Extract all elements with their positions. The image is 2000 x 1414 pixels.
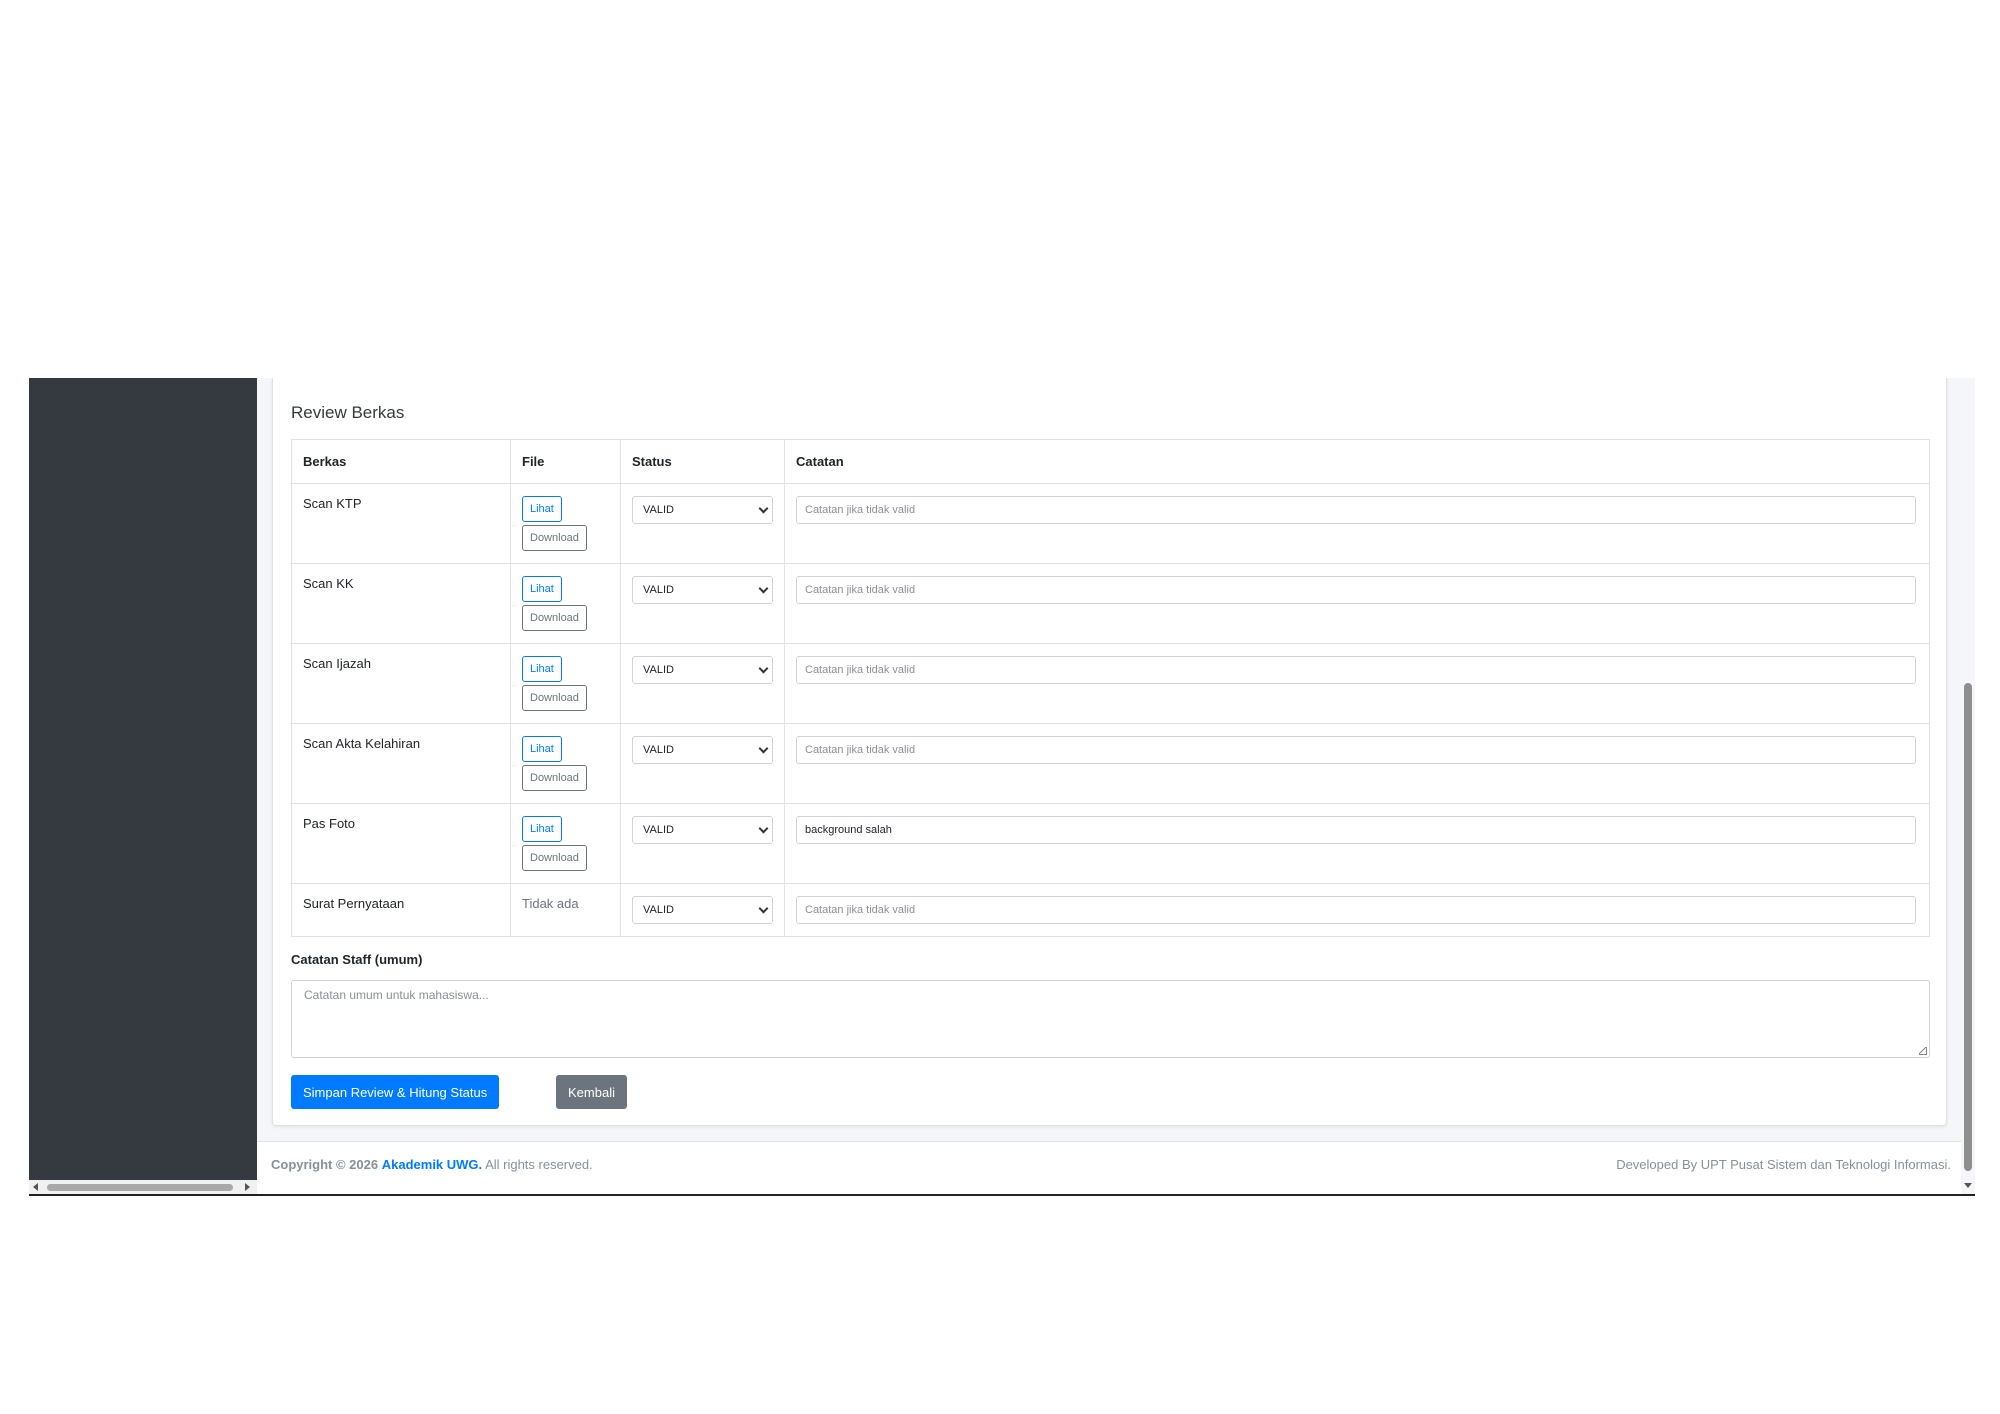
vertical-scrollbar[interactable] (1961, 378, 1975, 1194)
column-header-catatan: Catatan (784, 439, 1930, 484)
status-cell: VALID (620, 803, 785, 884)
berkas-name: Surat Pernyataan (291, 883, 511, 937)
download-file-button[interactable]: Download (522, 845, 587, 871)
view-file-button[interactable]: Lihat (522, 656, 562, 682)
vertical-scrollbar-thumb[interactable] (1964, 683, 1972, 1171)
main-content: Review Berkas Berkas File Status Catatan… (257, 378, 1975, 1194)
column-header-berkas: Berkas (291, 439, 511, 484)
file-cell: Lihat Download (510, 723, 621, 804)
table-header-row: Berkas File Status Catatan (291, 439, 1930, 484)
note-input[interactable] (796, 496, 1916, 524)
column-header-file: File (510, 439, 621, 484)
status-select[interactable]: VALID (632, 656, 773, 684)
note-cell (784, 803, 1930, 884)
note-input[interactable] (796, 736, 1916, 764)
berkas-name: Scan Ijazah (291, 643, 511, 724)
copyright-text: Copyright © 2026 (271, 1157, 379, 1172)
table-row: Scan KK Lihat Download VALID (291, 563, 1930, 644)
table-row: Scan KTP Lihat Download VALID (291, 483, 1930, 564)
view-file-button[interactable]: Lihat (522, 816, 562, 842)
chevron-down-icon (758, 743, 769, 754)
note-input[interactable] (796, 576, 1916, 604)
scroll-left-arrow-icon[interactable] (33, 1183, 38, 1191)
status-select-value: VALID (643, 904, 674, 916)
table-row: Pas Foto Lihat Download VALID (291, 803, 1930, 884)
berkas-name: Scan Akta Kelahiran (291, 723, 511, 804)
status-select[interactable]: VALID (632, 576, 773, 604)
general-notes-label: Catatan Staff (umum) (291, 952, 423, 967)
berkas-name: Scan KTP (291, 483, 511, 564)
footer-copyright: Copyright © 2026 Akademik UWG. All right… (271, 1157, 593, 1172)
general-notes-textarea[interactable] (291, 980, 1930, 1058)
status-select-value: VALID (643, 504, 674, 516)
status-cell: VALID (620, 723, 785, 804)
sidebar-horizontal-scrollbar[interactable] (29, 1180, 257, 1194)
download-file-button[interactable]: Download (522, 525, 587, 551)
back-button[interactable]: Kembali (556, 1075, 627, 1109)
footer: Copyright © 2026 Akademik UWG. All right… (257, 1141, 1975, 1194)
berkas-name: Scan KK (291, 563, 511, 644)
download-file-button[interactable]: Download (522, 765, 587, 791)
status-select-value: VALID (643, 584, 674, 596)
status-select-value: VALID (643, 664, 674, 676)
status-select-value: VALID (643, 824, 674, 836)
note-input[interactable] (796, 816, 1916, 844)
download-file-button[interactable]: Download (522, 605, 587, 631)
rights-text: All rights reserved. (485, 1157, 593, 1172)
note-cell (784, 563, 1930, 644)
file-cell: Tidak ada (510, 883, 621, 937)
note-cell (784, 723, 1930, 804)
table-row: Scan Ijazah Lihat Download VALID (291, 643, 1930, 724)
chevron-down-icon (758, 503, 769, 514)
brand-link[interactable]: Akademik UWG. (382, 1157, 482, 1172)
chevron-down-icon (758, 663, 769, 674)
table-row: Surat Pernyataan Tidak ada VALID (291, 883, 1930, 937)
file-cell: Lihat Download (510, 483, 621, 564)
view-file-button[interactable]: Lihat (522, 496, 562, 522)
status-cell: VALID (620, 563, 785, 644)
berkas-table: Berkas File Status Catatan Scan KTP Liha… (291, 439, 1930, 937)
file-cell: Lihat Download (510, 803, 621, 884)
status-cell: VALID (620, 483, 785, 564)
berkas-name: Pas Foto (291, 803, 511, 884)
sidebar (29, 378, 257, 1180)
save-review-button[interactable]: Simpan Review & Hitung Status (291, 1075, 500, 1109)
status-select[interactable]: VALID (632, 816, 773, 844)
status-select[interactable]: VALID (632, 496, 773, 524)
chevron-down-icon (758, 903, 769, 914)
status-select[interactable]: VALID (632, 896, 773, 924)
chevron-down-icon (758, 583, 769, 594)
status-cell: VALID (620, 883, 785, 937)
note-cell (784, 483, 1930, 564)
file-cell: Lihat Download (510, 563, 621, 644)
review-card: Review Berkas Berkas File Status Catatan… (272, 378, 1947, 1126)
chevron-down-icon (758, 823, 769, 834)
file-cell: Lihat Download (510, 643, 621, 724)
note-cell (784, 643, 1930, 724)
window-bottom-edge (29, 1194, 1975, 1196)
app-screen: Review Berkas Berkas File Status Catatan… (29, 378, 1975, 1194)
no-file-text: Tidak ada (522, 896, 579, 911)
note-cell (784, 883, 1930, 937)
scrollbar-thumb[interactable] (47, 1184, 233, 1191)
card-title: Review Berkas (291, 403, 405, 422)
download-file-button[interactable]: Download (522, 685, 587, 711)
note-input[interactable] (796, 896, 1916, 924)
status-select[interactable]: VALID (632, 736, 773, 764)
scroll-right-arrow-icon[interactable] (245, 1183, 250, 1191)
table-row: Scan Akta Kelahiran Lihat Download VALID (291, 723, 1930, 804)
view-file-button[interactable]: Lihat (522, 736, 562, 762)
view-file-button[interactable]: Lihat (522, 576, 562, 602)
scroll-down-arrow-icon[interactable] (1964, 1183, 1972, 1188)
column-header-status: Status (620, 439, 785, 484)
status-cell: VALID (620, 643, 785, 724)
note-input[interactable] (796, 656, 1916, 684)
footer-developer: Developed By UPT Pusat Sistem dan Teknol… (1616, 1157, 1951, 1172)
status-select-value: VALID (643, 744, 674, 756)
resize-handle-icon[interactable] (1919, 1047, 1927, 1055)
